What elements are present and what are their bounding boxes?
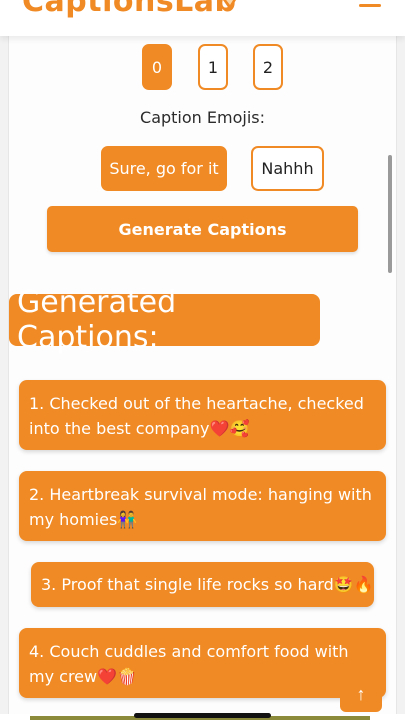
back-to-top-button[interactable]: ↑: [340, 676, 382, 712]
caption-card[interactable]: 3. Proof that single life rocks so hard🤩…: [31, 562, 374, 607]
emojis-yes-button[interactable]: Sure, go for it: [101, 146, 227, 191]
pencil-slice-icon: [223, 0, 236, 10]
caption-card[interactable]: 4. Couch cuddles and comfort food with m…: [19, 628, 386, 698]
home-indicator[interactable]: [134, 713, 271, 718]
generate-captions-button[interactable]: Generate Captions: [47, 206, 358, 252]
site-header: CaptionsLab: [0, 0, 405, 36]
caption-card[interactable]: 1. Checked out of the heartache, checked…: [19, 380, 386, 450]
brand-logo[interactable]: CaptionsLab: [22, 0, 237, 19]
arrow-up-icon: ↑: [356, 683, 366, 704]
emojis-no-button[interactable]: Nahhh: [251, 146, 324, 191]
hamburger-menu-icon[interactable]: [359, 0, 381, 10]
caption-emojis-label: Caption Emojis:: [140, 108, 265, 127]
hashtag-count-option-0[interactable]: 0: [142, 44, 172, 90]
caption-card[interactable]: 2. Heartbreak survival mode: hanging wit…: [19, 471, 386, 541]
hashtag-count-option-2[interactable]: 2: [253, 44, 283, 90]
hashtag-count-option-1[interactable]: 1: [198, 44, 228, 90]
scrollbar[interactable]: [388, 155, 392, 273]
generated-captions-heading: Generated Captions:: [9, 285, 320, 355]
